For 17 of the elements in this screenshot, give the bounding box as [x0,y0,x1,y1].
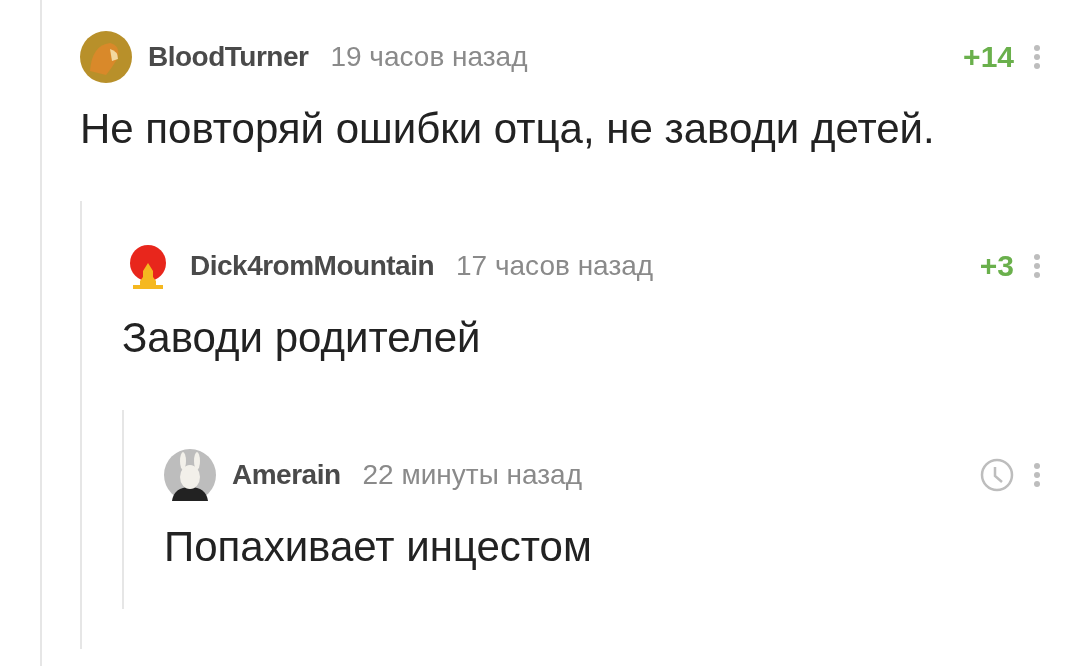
more-options-icon[interactable] [1034,463,1040,487]
more-options-icon[interactable] [1034,45,1040,69]
rabbit-avatar-icon [164,449,216,501]
comment-time: 19 часов назад [330,41,528,73]
rating-score: +3 [979,249,1014,283]
username[interactable]: Amerain [232,459,341,491]
username[interactable]: BloodTurner [148,41,309,73]
comment-text: Попахивает инцестом [164,525,593,569]
more-options-icon[interactable] [1034,254,1040,278]
lion-avatar-icon [80,31,132,83]
comment-text: Заводи родителей [122,316,482,360]
username[interactable]: Dick4romMountain [190,250,435,282]
comment-text: Не повторяй ошибки отца, не заводи детей. [80,107,936,151]
clock-icon [980,458,1014,492]
comment-time: 22 минуты назад [362,459,583,491]
comment-time: 17 часов назад [456,250,654,282]
rating-score: +14 [963,40,1014,74]
